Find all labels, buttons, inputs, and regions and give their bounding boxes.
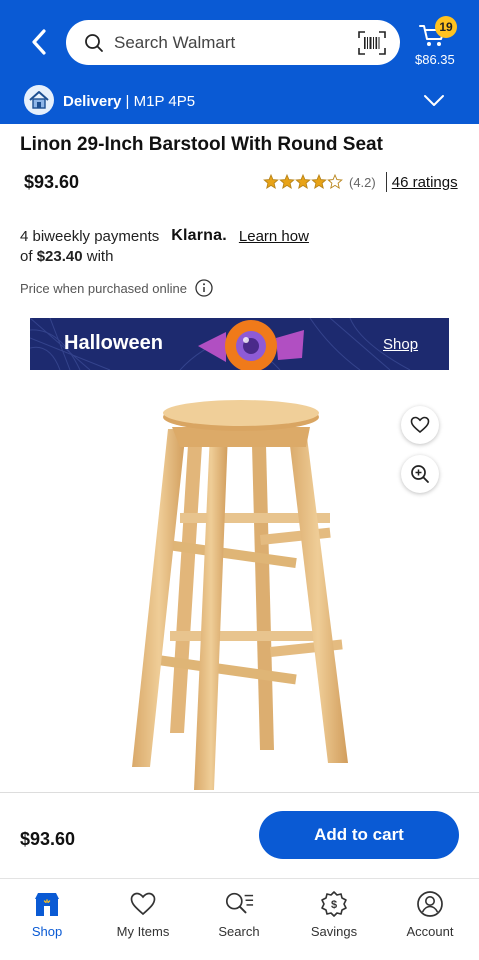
delivery-mode: Delivery bbox=[63, 93, 122, 110]
klarna-with-text: with bbox=[86, 248, 114, 265]
tab-search[interactable]: Search bbox=[194, 889, 284, 949]
search-list-icon bbox=[224, 889, 254, 919]
search-placeholder: Search Walmart bbox=[114, 32, 236, 52]
candy-eye-icon bbox=[198, 320, 304, 370]
star-4 bbox=[311, 174, 327, 189]
barcode-scan-button[interactable] bbox=[358, 30, 386, 55]
price-note-text: Price when purchased online bbox=[20, 280, 187, 296]
star-rating-icon bbox=[263, 174, 343, 189]
klarna-of-text: of bbox=[20, 248, 33, 265]
back-button[interactable] bbox=[24, 26, 54, 58]
product-title: Linon 29-Inch Barstool With Round Seat bbox=[20, 134, 383, 155]
klarna-installment-amount: $23.40 bbox=[36, 248, 83, 265]
tab-my-items[interactable]: My Items bbox=[98, 889, 188, 949]
savings-badge-icon: $ bbox=[319, 889, 349, 919]
tab-label: Savings bbox=[310, 924, 358, 939]
tab-label: Account bbox=[406, 924, 454, 939]
account-icon bbox=[415, 889, 445, 919]
chevron-left-icon bbox=[32, 29, 46, 55]
home-icon bbox=[24, 85, 54, 115]
search-icon bbox=[85, 33, 103, 52]
tab-label: Shop bbox=[31, 924, 63, 939]
klarna-installment: of $23.40 with bbox=[20, 248, 113, 265]
star-5 bbox=[327, 174, 343, 189]
tab-savings[interactable]: $ Savings bbox=[289, 889, 379, 949]
klarna-logo: Klarna. bbox=[171, 227, 227, 244]
star-1 bbox=[263, 174, 279, 189]
klarna-promo: 4 biweekly payments Klarna. Learn how bbox=[20, 227, 309, 245]
tab-label: Search bbox=[218, 924, 260, 939]
rating-value: (4.2) bbox=[349, 174, 376, 190]
svg-text:$: $ bbox=[331, 899, 337, 911]
cart-total: $86.35 bbox=[415, 52, 455, 67]
rating-stars bbox=[263, 174, 343, 190]
klarna-payments-text: 4 biweekly payments bbox=[20, 227, 160, 245]
favorite-button[interactable] bbox=[401, 406, 439, 444]
product-price: $93.60 bbox=[24, 172, 80, 192]
cart-count-badge: 19 bbox=[435, 16, 457, 38]
tab-label: My Items bbox=[116, 924, 170, 939]
star-3 bbox=[295, 174, 311, 189]
bottom-tab-bar: Shop My Items Search $ Savings Account bbox=[0, 878, 479, 960]
product-image[interactable] bbox=[110, 395, 380, 790]
rating-divider bbox=[385, 172, 387, 192]
banner-title: Halloween bbox=[64, 332, 163, 354]
rating-count-link[interactable]: 46 ratings bbox=[392, 174, 458, 191]
barcode-icon bbox=[358, 30, 386, 55]
banner-shop-link[interactable]: Shop bbox=[383, 336, 418, 353]
halloween-banner[interactable]: Halloween Shop bbox=[30, 318, 449, 370]
tab-shop[interactable]: Shop bbox=[2, 889, 92, 949]
search-input[interactable]: Search Walmart bbox=[66, 20, 400, 65]
delivery-selector[interactable]: Delivery | M1P 4P5 bbox=[0, 80, 479, 124]
heart-icon bbox=[410, 416, 430, 434]
add-to-cart-button[interactable]: Add to cart bbox=[259, 811, 459, 859]
zoom-in-icon bbox=[411, 465, 429, 483]
info-icon[interactable] bbox=[195, 279, 213, 297]
price-note: Price when purchased online bbox=[20, 279, 213, 297]
learn-how-link[interactable]: Learn how bbox=[239, 228, 309, 245]
buy-bar-price: $93.60 bbox=[20, 829, 76, 849]
store-icon bbox=[32, 889, 62, 919]
cart-button[interactable]: 19 $86.35 bbox=[413, 16, 463, 70]
zoom-button[interactable] bbox=[401, 455, 439, 493]
tab-account[interactable]: Account bbox=[385, 889, 475, 949]
star-2 bbox=[279, 174, 295, 189]
delivery-postal-code: M1P 4P5 bbox=[133, 93, 196, 110]
buy-bar: $93.60 Add to cart bbox=[0, 792, 479, 878]
delivery-separator: | bbox=[125, 93, 130, 110]
heart-icon bbox=[128, 889, 158, 919]
chevron-down-icon bbox=[424, 95, 444, 106]
product-rating[interactable]: (4.2) 46 ratings bbox=[263, 172, 458, 192]
delivery-label: Delivery | M1P 4P5 bbox=[63, 93, 195, 110]
app-header: Search Walmart 19 $86.35 Delivery | M1P … bbox=[0, 0, 479, 124]
